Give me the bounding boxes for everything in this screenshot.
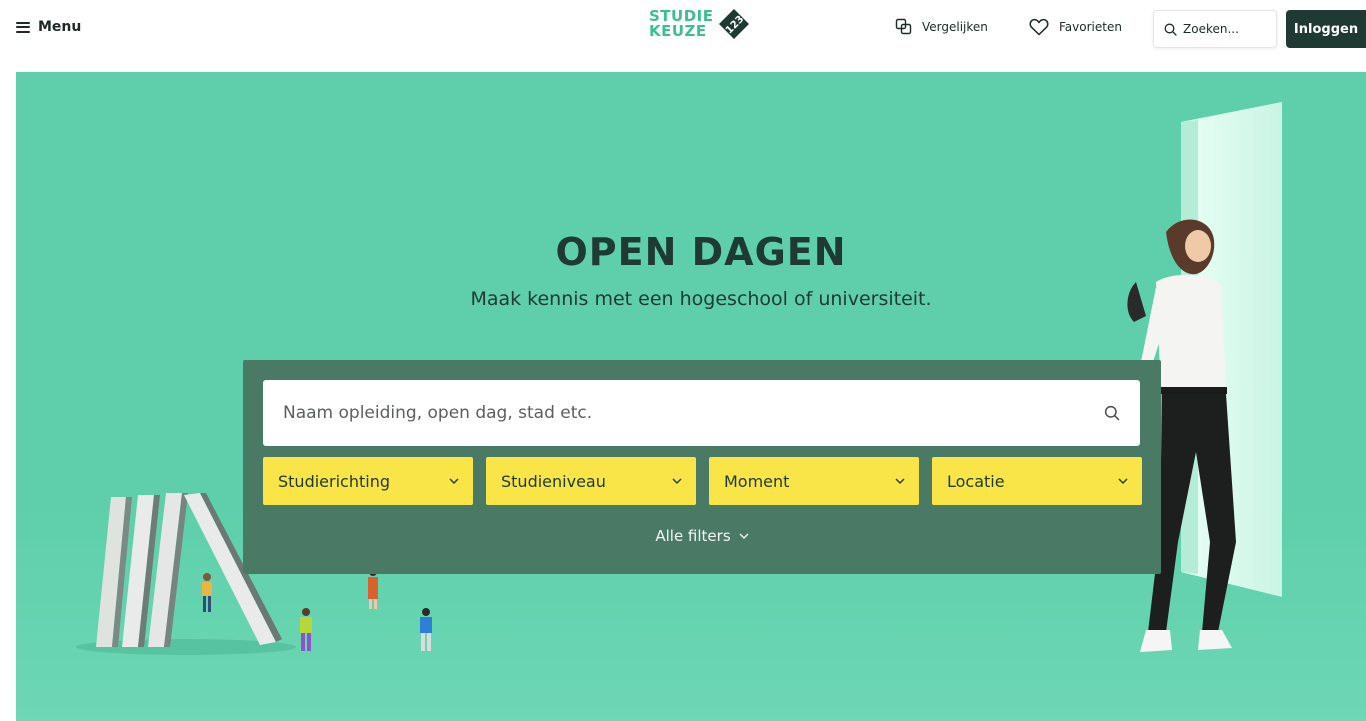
all-filters-toggle[interactable]: Alle filters — [243, 527, 1161, 545]
search-icon[interactable] — [1104, 405, 1120, 421]
menu-button[interactable]: Menu — [16, 19, 81, 35]
header-search-placeholder: Zoeken... — [1183, 22, 1239, 36]
compare-link[interactable]: Vergelijken — [895, 18, 988, 35]
logo-line-2: KEUZE — [649, 22, 707, 40]
login-button[interactable]: Inloggen — [1286, 10, 1366, 48]
filter-locatie[interactable]: Locatie — [932, 457, 1142, 505]
page-title: OPEN DAGEN — [555, 230, 847, 274]
site-header: Menu STUDIE KEUZE 123 Vergelijken Favori… — [0, 0, 1366, 58]
heart-icon — [1029, 18, 1049, 36]
filter-label: Studierichting — [278, 471, 390, 491]
chevron-down-icon — [449, 478, 459, 484]
menu-label: Menu — [38, 19, 82, 35]
filter-label: Moment — [724, 471, 790, 491]
filter-row: Studierichting Studieniveau Moment Locat… — [263, 457, 1142, 505]
chevron-down-icon — [895, 478, 905, 484]
open-day-search-input[interactable]: Naam opleiding, open dag, stad etc. — [263, 380, 1140, 446]
hero-section: OPEN DAGEN Maak kennis met een hogeschoo… — [16, 72, 1366, 721]
chevron-down-icon — [672, 478, 682, 484]
filter-label: Locatie — [947, 471, 1005, 491]
compare-label: Vergelijken — [922, 19, 988, 34]
search-placeholder: Naam opleiding, open dag, stad etc. — [283, 403, 593, 423]
favorites-label: Favorieten — [1059, 20, 1122, 34]
chevron-down-icon — [1118, 478, 1128, 484]
favorites-link[interactable]: Favorieten — [1029, 18, 1122, 36]
compare-icon — [895, 18, 912, 35]
studiekeuze-logo[interactable]: STUDIE KEUZE 123 — [649, 8, 750, 40]
chevron-down-icon — [739, 533, 749, 539]
hamburger-icon — [16, 21, 30, 33]
search-panel: Naam opleiding, open dag, stad etc. Stud… — [243, 360, 1161, 574]
all-filters-label: Alle filters — [655, 527, 731, 545]
filter-moment[interactable]: Moment — [709, 457, 919, 505]
page-subtitle: Maak kennis met een hogeschool of univer… — [470, 288, 932, 310]
search-icon — [1164, 23, 1177, 36]
logo-badge-icon: 123 — [718, 9, 749, 39]
header-search-input[interactable]: Zoeken... — [1153, 10, 1277, 48]
filter-studieniveau[interactable]: Studieniveau — [486, 457, 696, 505]
filter-label: Studieniveau — [501, 471, 606, 491]
filter-studierichting[interactable]: Studierichting — [263, 457, 473, 505]
